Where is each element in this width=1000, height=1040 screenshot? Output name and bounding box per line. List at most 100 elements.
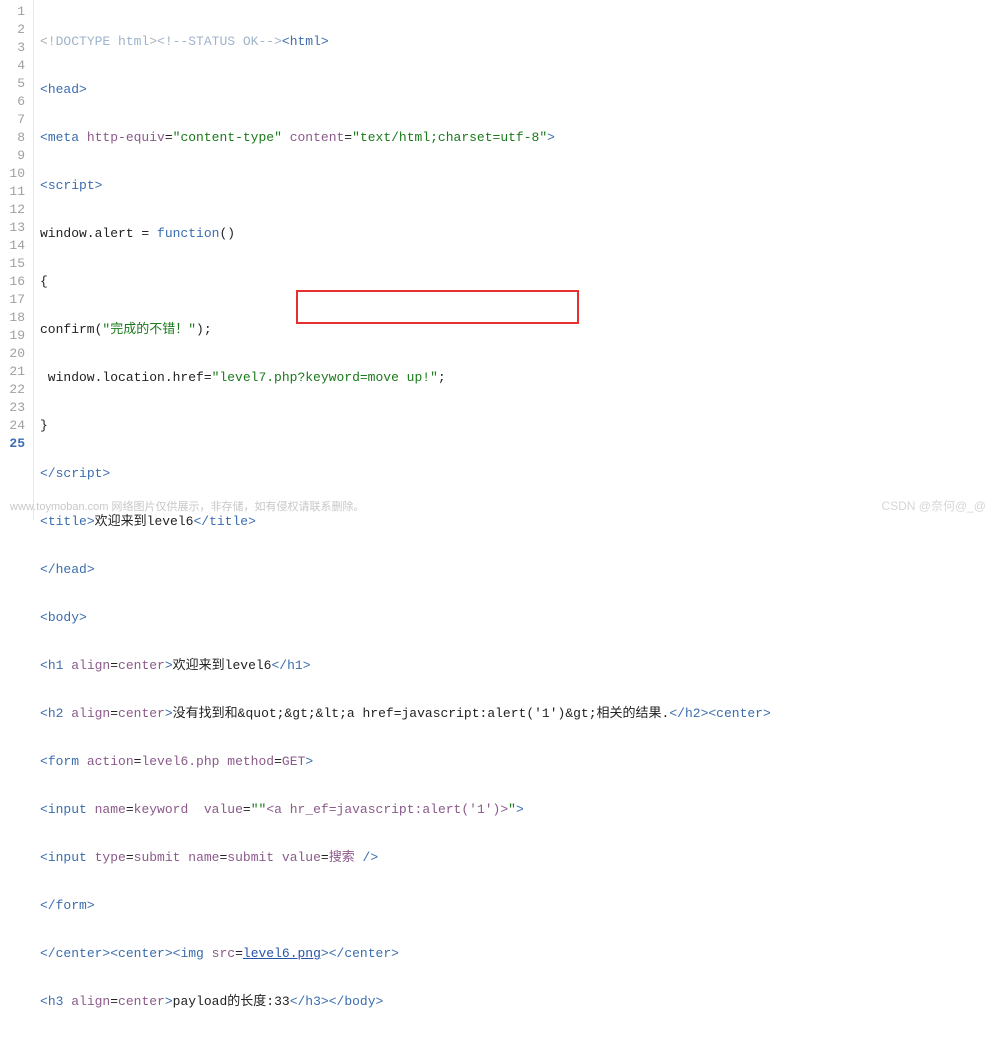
code-token: h3 <box>305 994 321 1009</box>
code-token: > <box>763 706 771 721</box>
code-token: function <box>157 226 219 241</box>
code-token: meta <box>48 130 87 145</box>
line-number: 16 <box>6 273 25 291</box>
code-token: center <box>118 946 165 961</box>
code-line: <h1 align=center>欢迎来到level6</h1> <box>40 657 1000 675</box>
code-token: "level7.php?keyword=move up!" <box>212 370 438 385</box>
code-token: = <box>344 130 352 145</box>
line-number: 13 <box>6 219 25 237</box>
code-token: h2 <box>48 706 71 721</box>
code-token: { <box>40 274 48 289</box>
code-token: </ <box>193 514 209 529</box>
code-token: script <box>48 178 95 193</box>
code-token: "content-type" <box>173 130 282 145</box>
code-token: < <box>282 34 290 49</box>
code-token: center <box>344 946 391 961</box>
code-line: confirm("完成的不错！"); <box>40 321 1000 339</box>
code-token: level6.php <box>141 754 227 769</box>
code-token: name <box>188 850 219 865</box>
line-number: 20 <box>6 345 25 363</box>
code-token: < <box>40 994 48 1009</box>
line-number: 23 <box>6 399 25 417</box>
code-token: ></ <box>321 946 344 961</box>
line-number: 11 <box>6 183 25 201</box>
code-token: img <box>180 946 211 961</box>
code-token: center <box>118 706 165 721</box>
code-token: head <box>56 562 87 577</box>
code-token: > <box>79 82 87 97</box>
code-token: keyword <box>134 802 204 817</box>
code-line: <meta http-equiv="content-type" content=… <box>40 129 1000 147</box>
code-token: input <box>48 850 95 865</box>
code-token: value <box>282 850 321 865</box>
code-token: = <box>219 850 227 865</box>
code-token: <! <box>40 34 56 49</box>
code-line: window.location.href="level7.php?keyword… <box>40 369 1000 387</box>
code-token: center <box>118 658 165 673</box>
code-token: confirm( <box>40 322 102 337</box>
watermark-left: www.toymoban.com 网络图片仅供展示，非存储，如有侵权请联系删除。 <box>10 498 364 514</box>
line-number: 15 <box>6 255 25 273</box>
code-token: script <box>56 466 103 481</box>
code-token: </ <box>669 706 685 721</box>
code-line: <head> <box>40 81 1000 99</box>
line-number: 12 <box>6 201 25 219</box>
code-token: > <box>95 178 103 193</box>
code-token: > <box>303 658 311 673</box>
code-line: <!DOCTYPE html><!--STATUS OK--><html> <box>40 33 1000 51</box>
code-token: form <box>56 898 87 913</box>
line-number: 9 <box>6 147 25 165</box>
code-token: >< <box>165 946 181 961</box>
code-token: > <box>87 898 95 913</box>
code-token: 欢迎来到level6 <box>173 658 272 673</box>
code-token: content <box>290 130 345 145</box>
code-token: title <box>48 514 87 529</box>
code-token: html <box>290 34 321 49</box>
code-token: < <box>40 850 48 865</box>
line-number: 25 <box>6 435 25 453</box>
code-token: " <box>508 802 516 817</box>
code-line: </center><center><img src=level6.png></c… <box>40 945 1000 963</box>
code-token: = <box>110 706 118 721</box>
code-token: >< <box>102 946 118 961</box>
code-token: <a hr_ef=javascript:alert('1')> <box>266 802 508 817</box>
line-number: 22 <box>6 381 25 399</box>
code-token: < <box>40 658 48 673</box>
code-token: > <box>391 946 399 961</box>
code-token: = <box>243 802 251 817</box>
code-token: </ <box>271 658 287 673</box>
code-token: ></ <box>321 994 344 1009</box>
code-token: 欢迎来到level6 <box>95 514 194 529</box>
code-token: </ <box>290 994 306 1009</box>
code-line: </script> <box>40 465 1000 483</box>
code-token: > <box>79 610 87 625</box>
code-token: = <box>165 130 173 145</box>
code-token: align <box>71 994 110 1009</box>
code-token: < <box>40 754 48 769</box>
code-token: center <box>716 706 763 721</box>
code-token: h2 <box>685 706 701 721</box>
code-token: < <box>40 706 48 721</box>
line-number: 14 <box>6 237 25 255</box>
code-token: center <box>118 994 165 1009</box>
code-token: window.location.href= <box>40 370 212 385</box>
code-token: window.alert = <box>40 226 157 241</box>
code-token: > <box>102 466 110 481</box>
code-token: </ <box>40 946 56 961</box>
code-line: { <box>40 273 1000 291</box>
code-token: submit <box>134 850 189 865</box>
code-token: align <box>71 658 110 673</box>
code-token: </ <box>40 898 56 913</box>
code-token: payload的长度:33 <box>173 994 290 1009</box>
line-number: 2 <box>6 21 25 39</box>
code-token: > <box>321 34 329 49</box>
line-number-gutter: 1234567891011121314151617181920212223242… <box>0 0 34 520</box>
code-line: <form action=level6.php method=GET> <box>40 753 1000 771</box>
line-number: 24 <box>6 417 25 435</box>
code-token: /> <box>363 850 379 865</box>
line-number: 10 <box>6 165 25 183</box>
code-token: () <box>219 226 235 241</box>
code-token: "完成的不错！" <box>102 322 196 337</box>
code-token: body <box>48 610 79 625</box>
line-number: 1 <box>6 3 25 21</box>
